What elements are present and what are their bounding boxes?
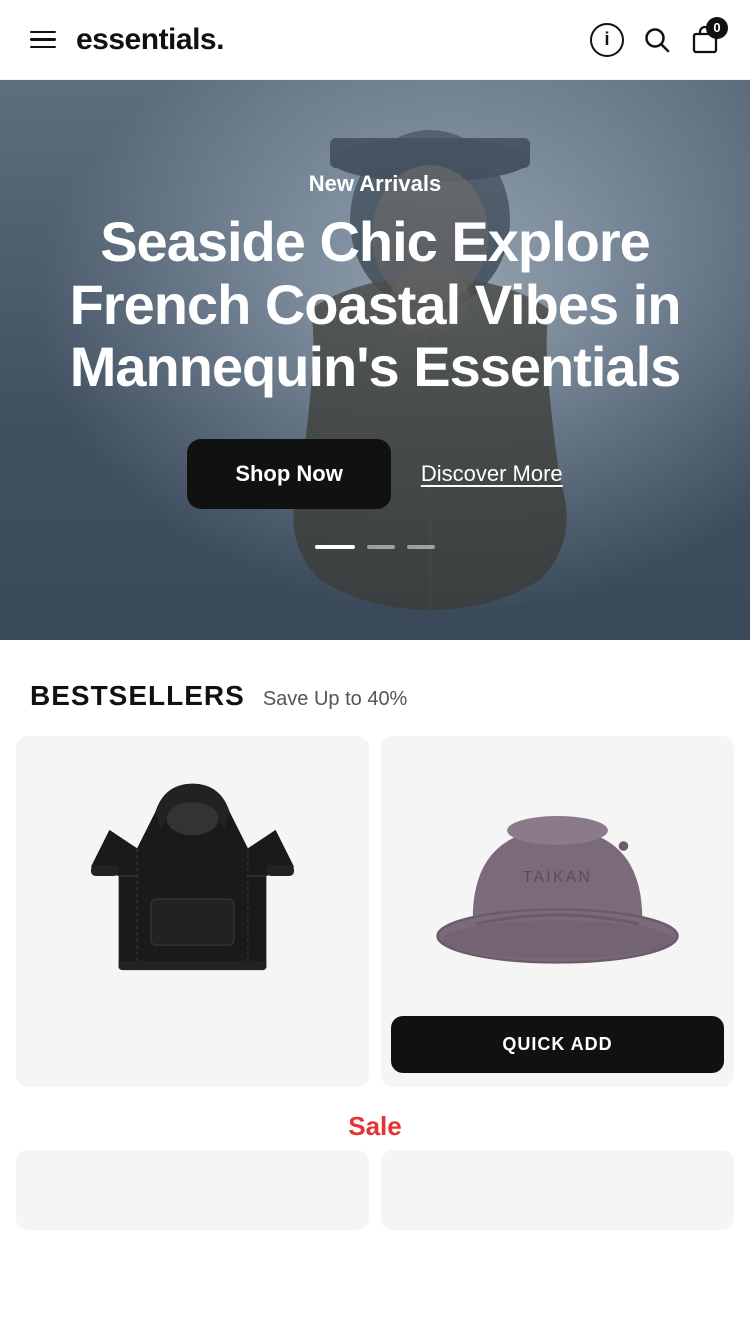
brand-name: essentials.: [76, 23, 224, 57]
sale-label: Sale: [348, 1111, 402, 1141]
product-card-hoodie: [16, 736, 369, 1087]
product-grid-bottom: [0, 1150, 750, 1250]
hoodie-image: [36, 756, 349, 996]
search-button[interactable]: [642, 25, 672, 55]
hat-image-area: TAIKAN: [381, 736, 734, 1016]
carousel-dot-2[interactable]: [367, 545, 395, 549]
quick-add-hat-button[interactable]: QUICK ADD: [391, 1016, 724, 1073]
header-right: i 0: [590, 23, 720, 57]
hoodie-image-area: [16, 736, 369, 1016]
search-icon: [642, 25, 672, 55]
product-card-hat: TAIKAN QUICK ADD: [381, 736, 734, 1087]
sale-section: Sale: [0, 1087, 750, 1150]
cart-button[interactable]: 0: [690, 25, 720, 55]
bestsellers-section: BESTSELLERS Save Up to 40%: [0, 640, 750, 1250]
hat-image: TAIKAN: [401, 756, 714, 996]
hamburger-menu-button[interactable]: [30, 31, 56, 49]
info-icon: i: [590, 23, 624, 57]
hero-subtitle: New Arrivals: [50, 171, 700, 197]
shop-now-button[interactable]: Shop Now: [187, 439, 391, 509]
bestsellers-title: BESTSELLERS: [30, 680, 245, 712]
svg-text:TAIKAN: TAIKAN: [523, 869, 593, 886]
hero-buttons: Shop Now Discover More: [50, 439, 700, 509]
hero-carousel-dots: [50, 545, 700, 549]
header-left: essentials.: [30, 23, 224, 57]
hero-title: Seaside Chic Explore French Coastal Vibe…: [50, 211, 700, 399]
product-card-partial-right: [381, 1150, 734, 1230]
hero-content: New Arrivals Seaside Chic Explore French…: [0, 80, 750, 640]
product-card-partial-left: [16, 1150, 369, 1230]
bestsellers-subtitle: Save Up to 40%: [263, 688, 408, 711]
hero-banner: New Arrivals Seaside Chic Explore French…: [0, 80, 750, 640]
carousel-dot-3[interactable]: [407, 545, 435, 549]
cart-badge: 0: [706, 17, 728, 39]
discover-more-button[interactable]: Discover More: [421, 461, 563, 487]
info-button[interactable]: i: [590, 23, 624, 57]
carousel-dot-1[interactable]: [315, 545, 355, 549]
section-header: BESTSELLERS Save Up to 40%: [0, 640, 750, 736]
header: essentials. i 0: [0, 0, 750, 80]
product-grid: TAIKAN QUICK ADD: [0, 736, 750, 1087]
